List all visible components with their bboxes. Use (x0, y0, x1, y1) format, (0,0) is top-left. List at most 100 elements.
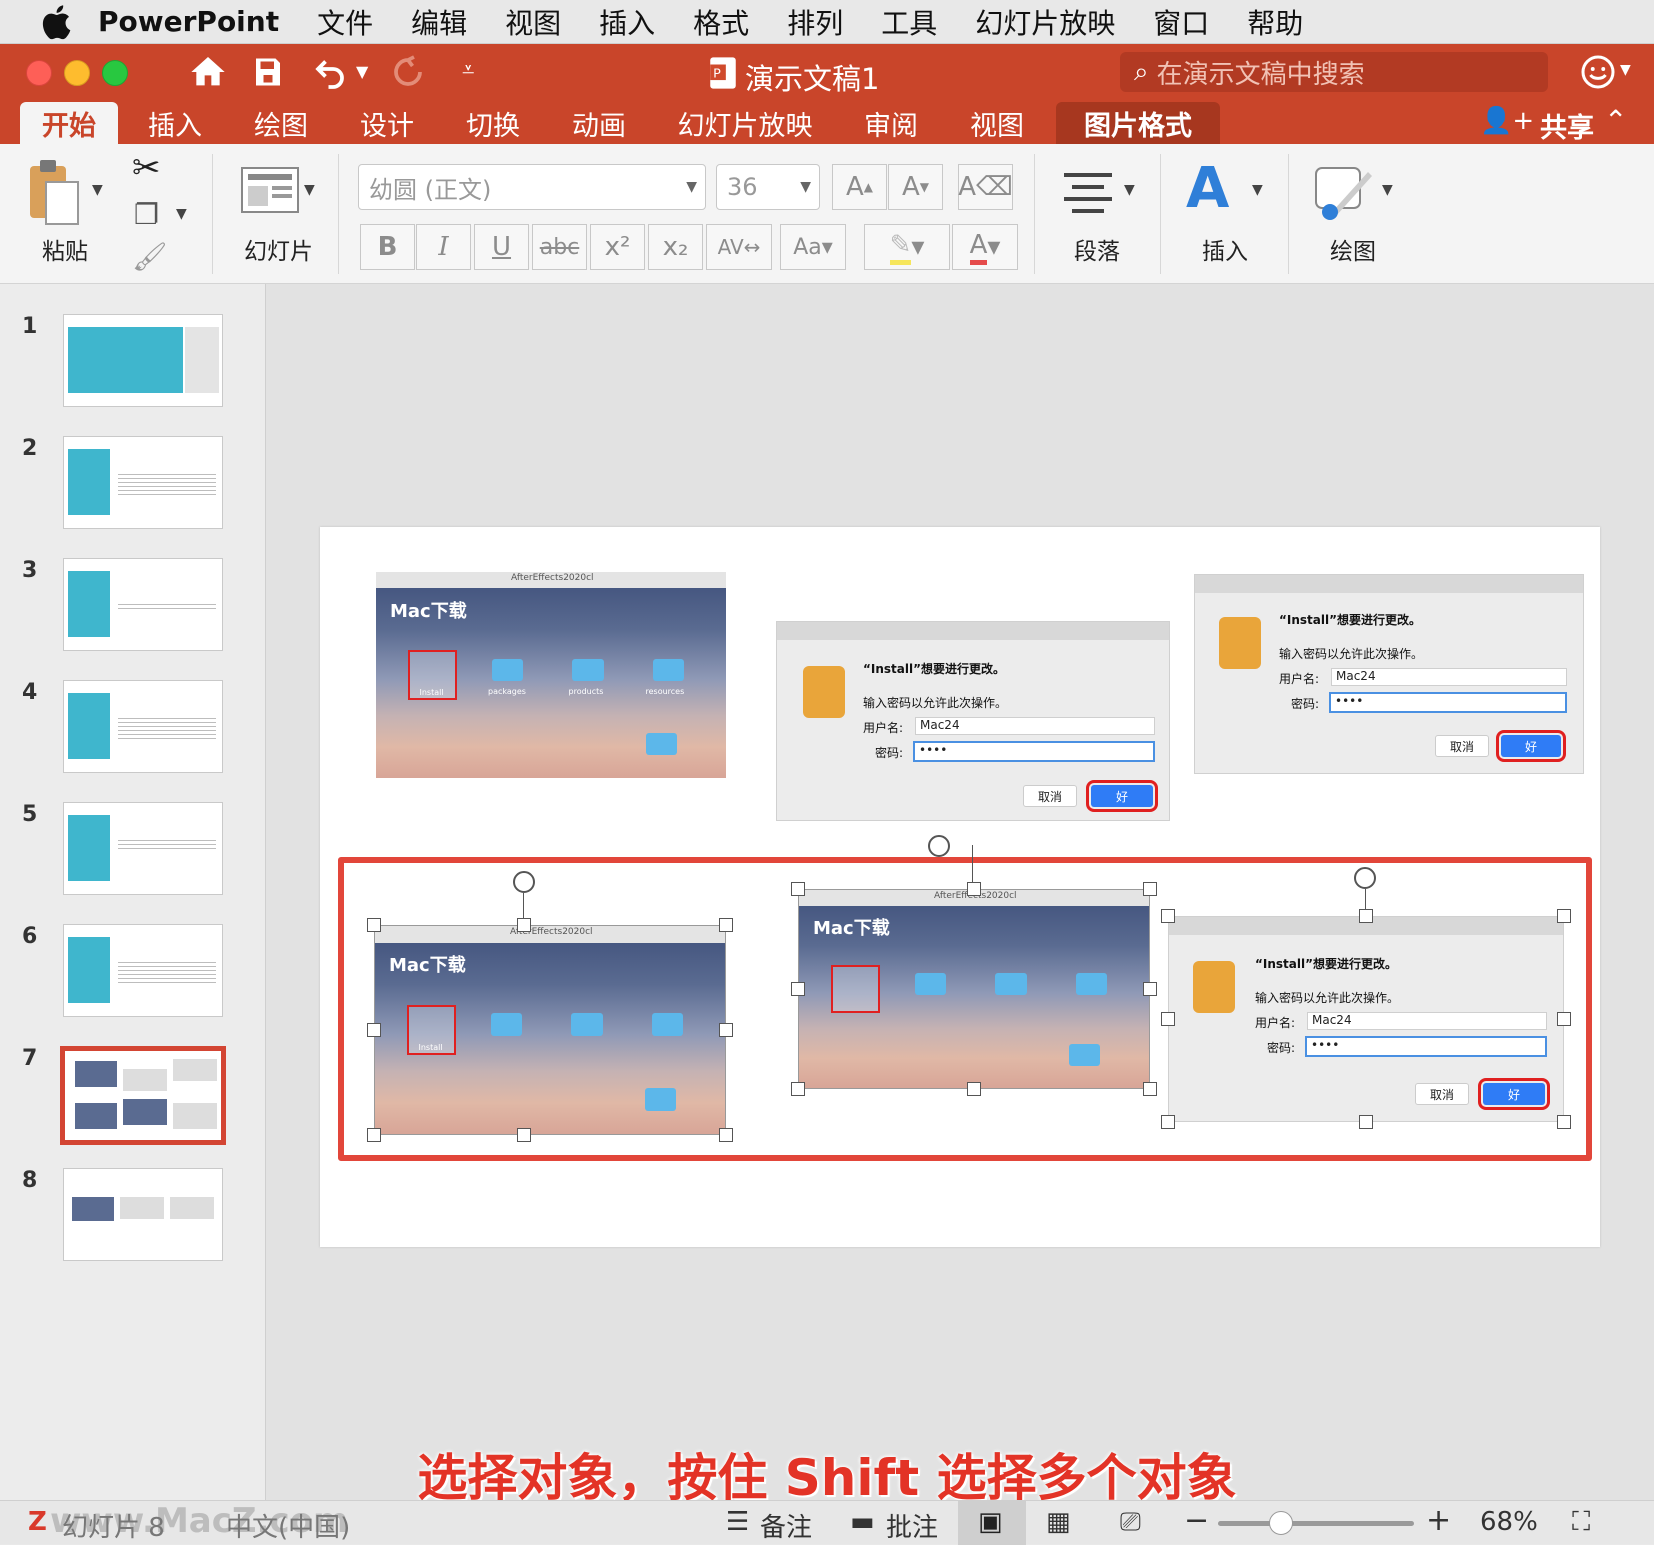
rotate-handle-icon[interactable] (928, 835, 950, 857)
underline-button[interactable]: U (474, 224, 529, 270)
resize-handle[interactable] (967, 1082, 981, 1096)
paragraph-dropdown-icon[interactable]: ▼ (1124, 182, 1135, 198)
resize-handle[interactable] (1359, 1115, 1373, 1129)
resize-handle[interactable] (967, 882, 981, 896)
zoom-out-button[interactable]: − (1184, 1503, 1209, 1538)
draw-brush-icon[interactable] (1312, 164, 1376, 220)
resize-handle[interactable] (1557, 909, 1571, 923)
paste-dropdown-icon[interactable]: ▼ (92, 182, 103, 198)
tab-transitions[interactable]: 切换 (448, 102, 538, 144)
tab-insert[interactable]: 插入 (130, 102, 220, 144)
installer-screenshot-image[interactable]: AfterEffects2020cl Mac下载 Install package… (376, 572, 726, 778)
menu-app[interactable]: PowerPoint (98, 5, 279, 38)
resize-handle[interactable] (367, 1023, 381, 1037)
resize-handle[interactable] (1161, 1012, 1175, 1026)
insert-dropdown-icon[interactable]: ▼ (1252, 182, 1263, 198)
feedback-dropdown-icon[interactable]: ▼ (1620, 62, 1631, 78)
rotate-handle-icon[interactable] (513, 871, 535, 893)
resize-handle[interactable] (719, 1023, 733, 1037)
smiley-feedback-icon[interactable] (1580, 54, 1616, 90)
insert-shapes-icon[interactable]: A (1186, 156, 1229, 221)
resize-handle[interactable] (517, 918, 531, 932)
menu-view[interactable]: 视图 (505, 2, 561, 42)
tab-view[interactable]: 视图 (952, 102, 1042, 144)
undo-icon[interactable] (312, 54, 348, 90)
draw-dropdown-icon[interactable]: ▼ (1382, 182, 1393, 198)
zoom-level[interactable]: 68% (1480, 1507, 1538, 1537)
menu-format[interactable]: 格式 (693, 2, 749, 42)
rotate-handle-icon[interactable] (1354, 867, 1376, 889)
subscript-button[interactable]: x₂ (648, 224, 703, 270)
resize-handle[interactable] (791, 882, 805, 896)
reading-view-icon[interactable]: ⎚ (1120, 1507, 1141, 1538)
tab-review[interactable]: 审阅 (846, 102, 936, 144)
tab-design[interactable]: 设计 (342, 102, 432, 144)
cut-icon[interactable]: ✂ (132, 148, 161, 188)
slide-thumbnail-1[interactable] (63, 314, 223, 407)
notes-button[interactable]: 备注 (760, 1507, 812, 1544)
slide-thumbnail-4[interactable] (63, 680, 223, 773)
bold-button[interactable]: B (360, 224, 415, 270)
slide-thumbnail-3[interactable] (63, 558, 223, 651)
fit-to-window-icon[interactable]: ⛶ (1572, 1507, 1590, 1538)
menu-file[interactable]: 文件 (317, 2, 373, 42)
minimize-window-button[interactable] (64, 60, 90, 86)
password-dialog-image[interactable]: “Install”想要进行更改。 输入密码以允许此次操作。 用户名: Mac24… (1194, 574, 1584, 774)
paste-icon[interactable] (28, 158, 80, 226)
search-input[interactable]: ⌕ 在演示文稿中搜索 (1120, 52, 1548, 92)
zoom-in-button[interactable]: + (1426, 1503, 1451, 1538)
change-case-button[interactable]: Aa▾ (780, 224, 846, 270)
decrease-font-size-button[interactable]: A ▼ (888, 164, 943, 210)
font-name-select[interactable]: 幼圆 (正文) ▼ (358, 164, 706, 210)
slide-thumbnail-2[interactable] (63, 436, 223, 529)
password-dialog-image[interactable]: “Install”想要进行更改。 输入密码以允许此次操作。 用户名: Mac24… (776, 621, 1170, 821)
slide-thumbnail-5[interactable] (63, 802, 223, 895)
format-painter-icon[interactable]: 🖌 (132, 240, 168, 273)
font-color-button[interactable]: A ▾ (952, 224, 1018, 270)
resize-handle[interactable] (1557, 1115, 1571, 1129)
new-slide-icon[interactable] (240, 166, 300, 214)
menu-arrange[interactable]: 排列 (787, 2, 843, 42)
resize-handle[interactable] (719, 918, 733, 932)
strikethrough-button[interactable]: abc (532, 224, 587, 270)
password-dialog-image-selected[interactable]: “Install”想要进行更改。 输入密码以允许此次操作。 用户名: Mac24… (1168, 916, 1564, 1122)
tab-home[interactable]: 开始 (20, 102, 118, 144)
menu-insert[interactable]: 插入 (599, 2, 655, 42)
slide-sorter-icon[interactable]: ▦ (1046, 1507, 1071, 1537)
copy-icon[interactable]: ❐ (134, 198, 159, 231)
zoom-window-button[interactable] (102, 60, 128, 86)
add-person-icon[interactable]: 👤+ (1480, 106, 1534, 136)
resize-handle[interactable] (1359, 909, 1373, 923)
copy-dropdown-icon[interactable]: ▼ (176, 206, 187, 222)
resize-handle[interactable] (1143, 982, 1157, 996)
notes-icon[interactable]: ☰ (726, 1507, 749, 1537)
menu-help[interactable]: 帮助 (1247, 2, 1303, 42)
resize-handle[interactable] (1557, 1012, 1571, 1026)
resize-handle[interactable] (1143, 882, 1157, 896)
comments-icon[interactable]: ▬ (850, 1507, 875, 1537)
resize-handle[interactable] (1143, 1082, 1157, 1096)
menu-slideshow[interactable]: 幻灯片放映 (975, 2, 1115, 42)
menu-window[interactable]: 窗口 (1153, 2, 1209, 42)
resize-handle[interactable] (791, 982, 805, 996)
comments-button[interactable]: 批注 (886, 1507, 938, 1544)
slide-thumbnail-7-selected[interactable] (60, 1046, 226, 1145)
resize-handle[interactable] (367, 918, 381, 932)
installer-screenshot-image-selected[interactable]: AfterEffects2020cl Mac下载 Install (374, 925, 726, 1135)
paragraph-icon[interactable] (1060, 166, 1116, 216)
resize-handle[interactable] (1161, 909, 1175, 923)
clear-formatting-icon[interactable]: A⌫ (958, 164, 1013, 210)
undo-dropdown-icon[interactable]: ▼ (356, 62, 368, 81)
resize-handle[interactable] (719, 1128, 733, 1142)
resize-handle[interactable] (791, 1082, 805, 1096)
home-icon[interactable] (188, 52, 228, 92)
resize-handle[interactable] (367, 1128, 381, 1142)
tab-slideshow[interactable]: 幻灯片放映 (670, 102, 820, 144)
share-button[interactable]: 共享 (1540, 106, 1594, 145)
character-spacing-button[interactable]: AV↔ (706, 224, 772, 270)
highlight-color-button[interactable]: ✎ ▾ (864, 224, 950, 270)
increase-font-size-button[interactable]: A ▲ (832, 164, 887, 210)
redo-icon[interactable] (390, 54, 426, 90)
new-slide-dropdown-icon[interactable]: ▼ (304, 182, 315, 198)
collapse-ribbon-icon[interactable]: ⌃ (1604, 104, 1627, 137)
